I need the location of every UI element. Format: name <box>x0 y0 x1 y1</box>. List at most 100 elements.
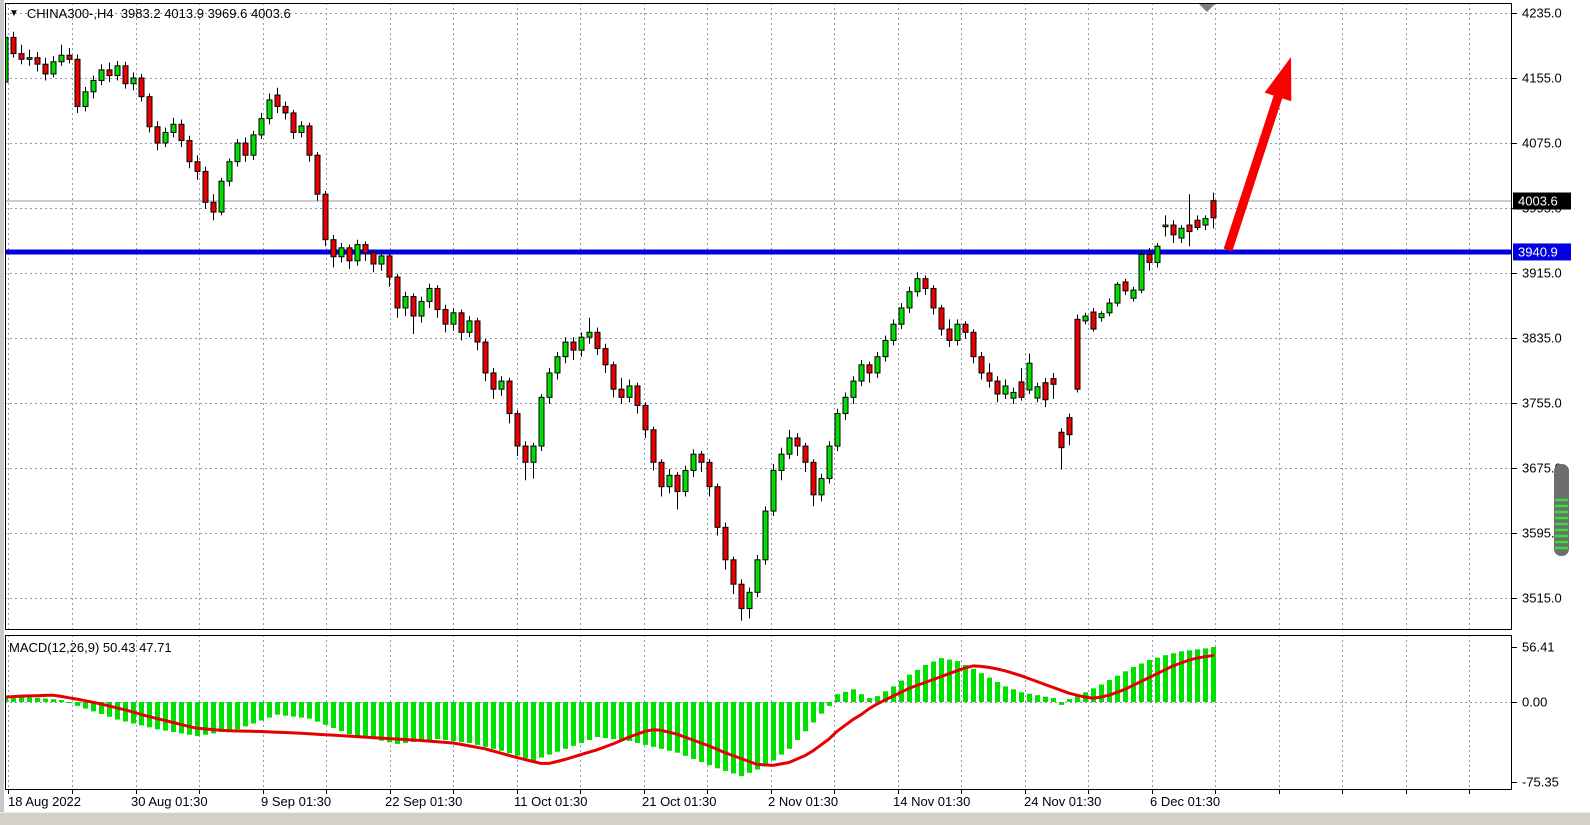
time-axis-label: 21 Oct 01:30 <box>642 794 716 809</box>
macd-histogram-bar <box>803 702 808 731</box>
candle-body <box>1187 225 1192 232</box>
macd-histogram-bar <box>1147 660 1152 702</box>
macd-histogram-bar <box>427 702 432 740</box>
candle-body <box>667 475 672 486</box>
macd-histogram-bar <box>523 702 528 758</box>
macd-histogram-bar <box>475 702 480 745</box>
macd-histogram-bar <box>763 702 768 766</box>
candle-body <box>963 324 968 332</box>
candle <box>315 152 320 201</box>
scroll-indicator[interactable] <box>1554 464 1569 556</box>
candle-body <box>691 454 696 470</box>
candle-body <box>771 470 776 511</box>
macd-histogram-bar <box>619 702 624 740</box>
candle-body <box>267 100 272 119</box>
candle-body <box>91 80 96 91</box>
candle-body <box>139 78 144 97</box>
macd-histogram-bar <box>547 702 552 755</box>
price-axis-label: 3915.0 <box>1522 266 1562 281</box>
macd-histogram-bar <box>1099 684 1104 702</box>
candle-body <box>1003 386 1008 394</box>
price-axis-label: 4075.0 <box>1522 136 1562 151</box>
chart-canvas[interactable]: 4235.04155.04075.03995.03915.03835.03755… <box>0 0 1590 825</box>
candle-body <box>659 462 664 486</box>
macd-histogram-bar <box>811 702 816 722</box>
time-axis-label: 11 Oct 01:30 <box>514 794 587 809</box>
macd-histogram-bar <box>43 699 48 702</box>
candle-body <box>155 127 160 143</box>
macd-histogram-bar <box>707 702 712 765</box>
support-price-tag-text: 3940.9 <box>1518 244 1558 259</box>
candle <box>835 409 840 451</box>
candle-body <box>307 126 312 155</box>
candle-body <box>803 446 808 462</box>
macd-histogram-bar <box>307 702 312 719</box>
symbol-dropdown-icon[interactable]: ▼ <box>9 9 19 19</box>
macd-histogram-bar <box>971 669 976 702</box>
macd-histogram-bar <box>1179 651 1184 702</box>
macd-histogram-bar <box>843 692 848 702</box>
candle-body <box>683 470 688 491</box>
macd-histogram-bar <box>411 702 416 742</box>
candle-body <box>715 487 720 528</box>
candle-body <box>179 124 184 140</box>
macd-axis-label: 0.00 <box>1522 695 1547 710</box>
candle-body <box>115 66 120 76</box>
macd-histogram-bar <box>739 702 744 776</box>
macd-histogram-bar <box>595 702 600 737</box>
macd-histogram-bar <box>1043 697 1048 702</box>
candle-body <box>1075 319 1080 389</box>
macd-histogram-bar <box>507 702 512 753</box>
candle-body <box>459 313 464 333</box>
macd-histogram-bar <box>291 702 296 717</box>
macd-histogram-bar <box>115 702 120 720</box>
macd-histogram-bar <box>179 702 184 733</box>
candle-body <box>827 446 832 479</box>
macd-indicator-label: MACD(12,26,9) 50.43 47.71 <box>9 640 172 655</box>
candle-body <box>475 321 480 342</box>
candle-body <box>891 324 896 340</box>
macd-histogram-bar <box>995 682 1000 702</box>
macd-histogram-bar <box>371 702 376 739</box>
candle-body <box>651 430 656 463</box>
macd-histogram-bar <box>539 702 544 758</box>
macd-histogram-bar <box>267 702 272 718</box>
candle-body <box>531 446 536 462</box>
candle-body <box>843 397 848 413</box>
candle-body <box>347 248 352 261</box>
candle <box>539 394 544 451</box>
macd-histogram-bar <box>715 702 720 768</box>
candle-body <box>123 66 128 84</box>
macd-histogram-bar <box>963 665 968 702</box>
candle-body <box>299 126 304 133</box>
candle-body <box>1107 303 1112 313</box>
candle-body <box>739 584 744 608</box>
chart-symbol-title: ▼ CHINA300-,H4 3983.2 4013.9 3969.6 4003… <box>9 6 291 21</box>
candle-body <box>723 527 728 560</box>
macd-histogram-bar <box>859 694 864 702</box>
price-axis: 4235.04155.04075.03995.03915.03835.03755… <box>1512 6 1562 790</box>
candle-body <box>1123 282 1128 291</box>
candle-body <box>363 245 368 253</box>
candle-body <box>1091 312 1096 329</box>
macd-histogram-bar <box>1155 658 1160 702</box>
time-axis-label: 22 Sep 01:30 <box>385 794 462 809</box>
price-axis-label: 4155.0 <box>1522 71 1562 86</box>
candle-body <box>1035 387 1040 398</box>
macd-histogram-bar <box>571 702 576 746</box>
macd-histogram-bar <box>387 702 392 742</box>
macd-histogram-bar <box>939 658 944 702</box>
candle-body <box>819 479 824 495</box>
candle-body <box>387 256 392 277</box>
macd-histogram-bar <box>651 702 656 747</box>
macd-histogram-bar <box>51 699 56 702</box>
macd-histogram-bar <box>355 702 360 736</box>
candle-body <box>331 240 336 257</box>
macd-histogram-bar <box>443 702 448 740</box>
macd-histogram-bar <box>195 702 200 736</box>
macd-histogram-bar <box>987 678 992 702</box>
macd-histogram-bar <box>587 702 592 740</box>
macd-histogram-bar <box>691 702 696 759</box>
candle-body <box>1027 363 1032 390</box>
candle-body <box>627 386 632 397</box>
